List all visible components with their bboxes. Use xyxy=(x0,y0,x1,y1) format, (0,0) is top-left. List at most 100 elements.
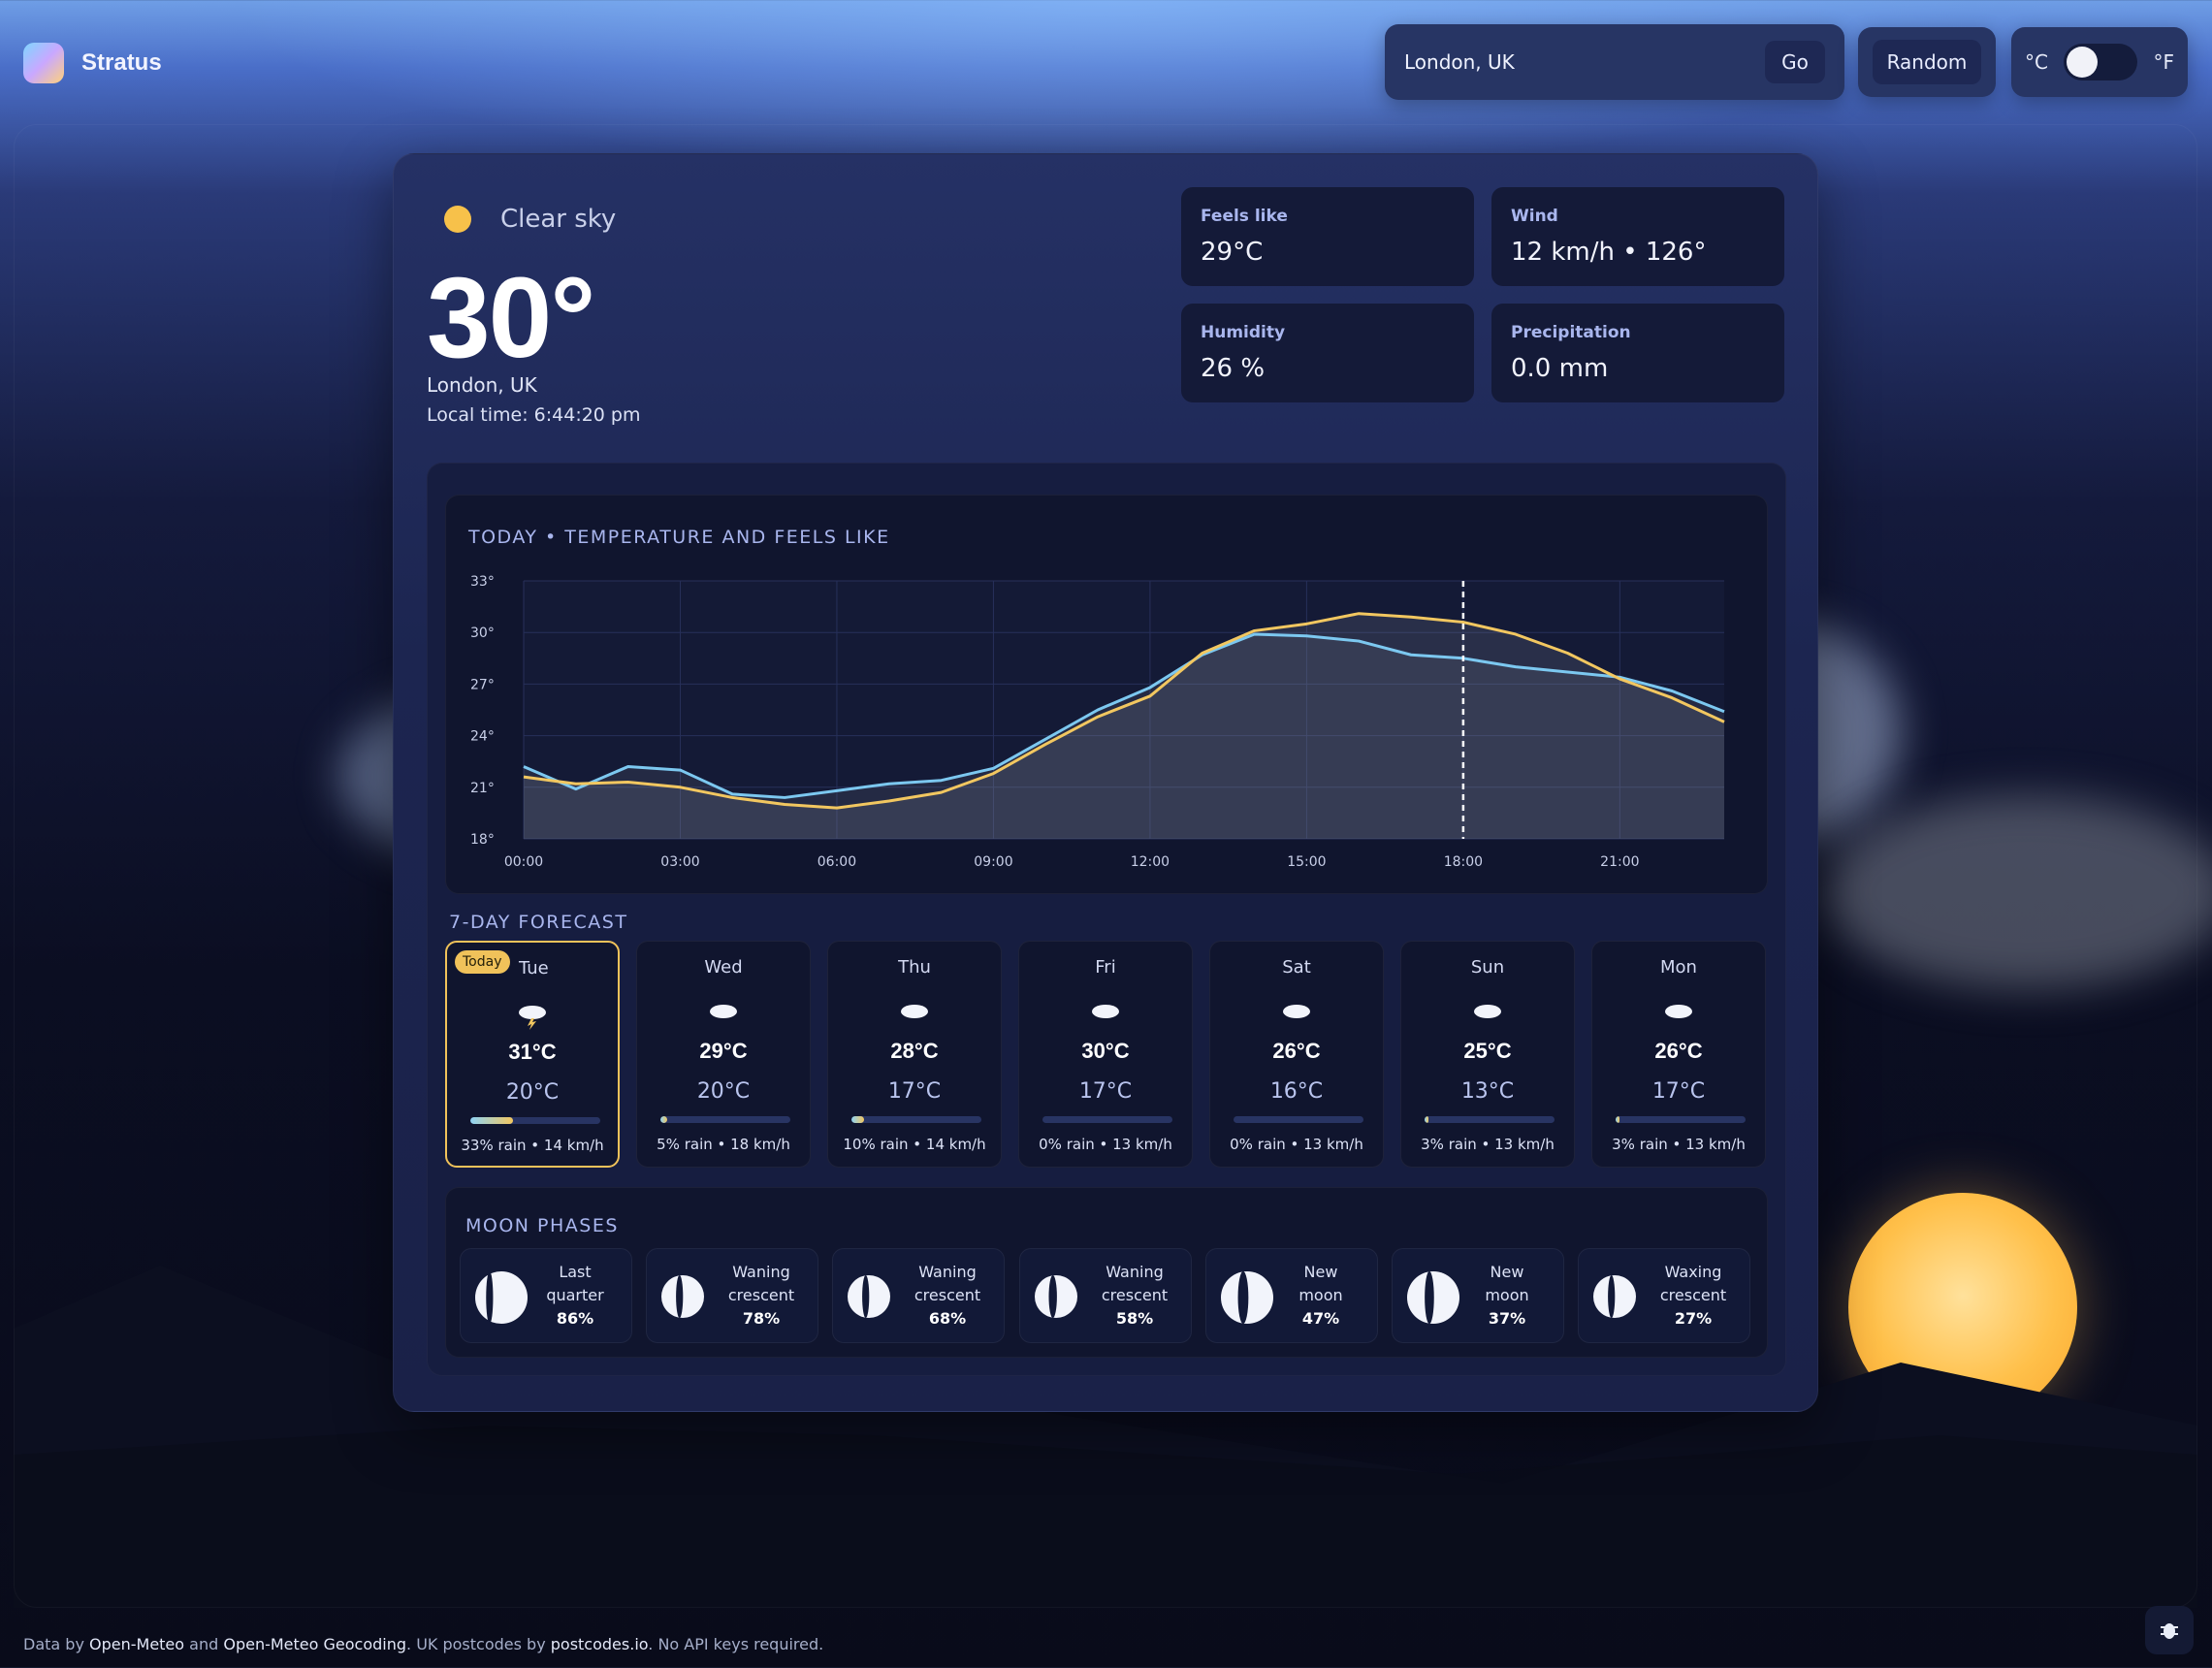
moon-phases: MOON PHASES Last quarter 86% Waning crescent… xyxy=(445,1187,1768,1358)
open-meteo-link[interactable]: Open-Meteo xyxy=(89,1635,184,1653)
unit-toggle: °C °F xyxy=(2011,27,2188,97)
day-high-temp: 25°C xyxy=(1463,1039,1512,1063)
unit-celsius-label: °C xyxy=(2025,50,2048,74)
moon-phase-card: New moon 47% xyxy=(1205,1248,1378,1343)
rain-chance-fill xyxy=(470,1117,514,1124)
moon-phase-card: Waning crescent 68% xyxy=(832,1248,1005,1343)
x-tick-label: 03:00 xyxy=(660,854,699,870)
debug-button[interactable] xyxy=(2145,1606,2194,1654)
x-tick-label: 06:00 xyxy=(817,854,856,870)
forecast-day-card[interactable]: Thu 28°C 17°C 10% rain • 14 km/h xyxy=(827,941,1002,1168)
stat-value: 12 km/h • 126° xyxy=(1511,238,1707,267)
random-button-wrap: Random xyxy=(1858,27,1996,97)
moon-illumination: 78% xyxy=(742,1309,781,1328)
day-high-temp: 29°C xyxy=(699,1039,748,1063)
day-rain-wind: 0% rain • 13 km/h xyxy=(1039,1136,1172,1153)
bug-icon xyxy=(2161,1623,2178,1639)
cloud-icon xyxy=(1281,1002,1312,1033)
day-rain-wind: 10% rain • 14 km/h xyxy=(843,1136,986,1153)
stat-feels-like: Feels like 29°C xyxy=(1181,187,1474,286)
y-tick-label: 21° xyxy=(470,781,495,796)
forecast-day-card[interactable]: Wed 29°C 20°C 5% rain • 18 km/h xyxy=(636,941,811,1168)
today-badge: Today xyxy=(455,950,510,974)
random-button[interactable]: Random xyxy=(1873,40,1981,84)
stat-label: Feels like xyxy=(1201,207,1288,226)
x-tick-label: 18:00 xyxy=(1444,854,1483,870)
x-tick-label: 21:00 xyxy=(1600,854,1639,870)
moon-phase-text: Waning crescent 58% xyxy=(1088,1261,1181,1331)
day-name: Sun xyxy=(1470,957,1505,978)
day-low-temp: 16°C xyxy=(1269,1079,1324,1104)
footer-text: . No API keys required. xyxy=(648,1635,824,1653)
stat-wind: Wind 12 km/h • 126° xyxy=(1491,187,1784,286)
chart-title: TODAY • TEMPERATURE AND FEELS LIKE xyxy=(468,527,890,548)
cloud-icon xyxy=(1472,1002,1503,1033)
weather-card: Clear sky 30° London, UK Local time: 6:4… xyxy=(393,153,1818,1412)
moon-phase-name: Waxing xyxy=(1664,1263,1722,1281)
stat-value: 29°C xyxy=(1201,238,1264,267)
moon-phase-name: crescent xyxy=(1659,1286,1727,1304)
day-name: Thu xyxy=(898,957,931,978)
forecast-day-card[interactable]: Fri 30°C 17°C 0% rain • 13 km/h xyxy=(1018,941,1193,1168)
forecast-day-card[interactable]: Mon 26°C 17°C 3% rain • 13 km/h xyxy=(1591,941,1766,1168)
moon-phase-card: Waning crescent 78% xyxy=(646,1248,818,1343)
moon-phase-name: crescent xyxy=(727,1286,795,1304)
moon-illumination: 37% xyxy=(1488,1309,1526,1328)
moon-phase-text: Waning crescent 68% xyxy=(901,1261,994,1331)
postcodes-link[interactable]: postcodes.io xyxy=(551,1635,649,1653)
stat-precipitation: Precipitation 0.0 mm xyxy=(1491,304,1784,402)
moon-phase-icon xyxy=(1592,1274,1637,1323)
temperature-chart: 33° 30° 27° 24° 21° 18° 00:00 03:00 06:00 09:00 12… xyxy=(445,495,1768,894)
geocoding-link[interactable]: Open-Meteo Geocoding xyxy=(223,1635,406,1653)
current-condition: Clear sky xyxy=(444,205,616,234)
day-high-temp: 28°C xyxy=(890,1039,939,1063)
moon-phase-card: Waning crescent 58% xyxy=(1019,1248,1192,1343)
moon-illumination: 68% xyxy=(928,1309,967,1328)
footer-text: Data by xyxy=(23,1635,89,1653)
footer: Data by Open-Meteo and Open-Meteo Geocod… xyxy=(23,1635,823,1653)
local-time: Local time: 6:44:20 pm xyxy=(427,404,641,426)
moon-phase-name: crescent xyxy=(914,1286,981,1304)
stat-value: 26 % xyxy=(1201,354,1266,383)
moon-phase-name: Last xyxy=(559,1263,592,1281)
moon-phase-name: quarter xyxy=(546,1286,604,1304)
forecast-title: 7-DAY FORECAST xyxy=(449,912,628,933)
rain-chance-fill xyxy=(1425,1116,1429,1123)
stat-label: Wind xyxy=(1511,207,1558,226)
moon-phase-name: Waning xyxy=(918,1263,977,1281)
x-tick-label: 12:00 xyxy=(1131,854,1170,870)
go-button[interactable]: Go xyxy=(1765,41,1825,83)
day-low-temp: 13°C xyxy=(1460,1079,1515,1104)
rain-chance-bar xyxy=(1234,1116,1363,1123)
forecast-day-card[interactable]: Sun 25°C 13°C 3% rain • 13 km/h xyxy=(1400,941,1575,1168)
day-high-temp: 30°C xyxy=(1081,1039,1130,1063)
moon-phase-icon xyxy=(474,1270,529,1329)
forecast-day-card[interactable]: Today Tue 31°C 20°C 33% rain • 14 km/h xyxy=(445,941,620,1168)
cloud-icon xyxy=(1090,1002,1121,1033)
footer-text: . UK postcodes by xyxy=(406,1635,551,1653)
day-high-temp: 31°C xyxy=(508,1040,557,1064)
moon-phase-name: moon xyxy=(1298,1286,1343,1304)
moon-illumination: 58% xyxy=(1115,1309,1154,1328)
moon-phase-text: New moon 37% xyxy=(1460,1261,1554,1331)
day-low-temp: 17°C xyxy=(1651,1079,1706,1104)
forecast-day-card[interactable]: Sat 26°C 16°C 0% rain • 13 km/h xyxy=(1209,941,1384,1168)
stat-label: Humidity xyxy=(1201,323,1286,342)
moon-phase-name: Waning xyxy=(732,1263,790,1281)
rain-chance-bar xyxy=(1042,1116,1172,1123)
day-high-temp: 26°C xyxy=(1272,1039,1321,1063)
location-search-input[interactable] xyxy=(1404,50,1765,74)
rain-chance-fill xyxy=(1616,1116,1620,1123)
rain-chance-bar xyxy=(1425,1116,1555,1123)
thunder-cloud-icon xyxy=(517,1003,548,1034)
cloud-icon xyxy=(1663,1002,1694,1033)
moon-illumination: 47% xyxy=(1301,1309,1340,1328)
moon-illumination: 86% xyxy=(556,1309,594,1328)
unit-switch[interactable] xyxy=(2064,44,2138,80)
day-name: Fri xyxy=(1095,957,1116,978)
moon-phase-text: Waxing crescent 27% xyxy=(1647,1261,1740,1331)
search-box: Go xyxy=(1385,24,1844,100)
moon-phase-icon xyxy=(660,1274,705,1323)
details-panel: 33° 30° 27° 24° 21° 18° 00:00 03:00 06:00 09:00 12… xyxy=(427,463,1786,1376)
moon-phase-icon xyxy=(1220,1270,1274,1329)
